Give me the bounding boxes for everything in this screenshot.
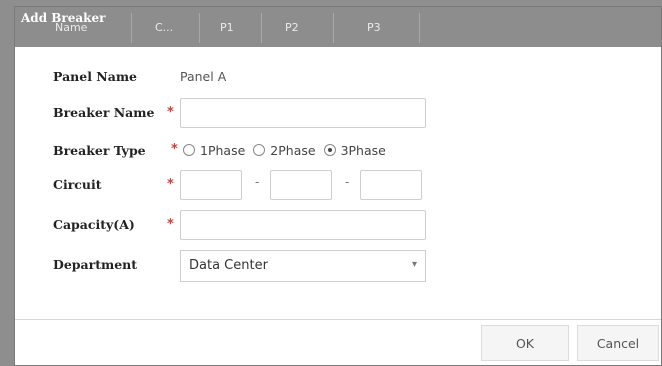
bg-column-name: Name bbox=[55, 21, 88, 34]
bg-column-p1: P1 bbox=[220, 21, 234, 34]
cancel-button[interactable]: Cancel bbox=[577, 325, 659, 361]
circuit-input-1[interactable] bbox=[180, 170, 242, 200]
bg-column-p2: P2 bbox=[285, 21, 299, 34]
bg-column-divider bbox=[261, 13, 262, 43]
bg-column-divider bbox=[419, 13, 420, 43]
required-marker: * bbox=[167, 217, 174, 232]
ok-button[interactable]: OK bbox=[481, 325, 569, 361]
radio-3phase[interactable] bbox=[323, 144, 336, 156]
capacity-label: Capacity(A) bbox=[53, 217, 135, 232]
department-select[interactable]: Data Center ▾ bbox=[180, 250, 426, 282]
bg-column-divider bbox=[131, 13, 132, 43]
capacity-input[interactable] bbox=[180, 210, 426, 240]
radio-2phase[interactable] bbox=[253, 144, 266, 156]
radio-2phase-label[interactable]: 2Phase bbox=[270, 143, 315, 158]
required-marker: * bbox=[171, 142, 178, 157]
panel-name-value: Panel A bbox=[180, 69, 227, 84]
bg-column-divider bbox=[333, 13, 334, 43]
required-marker: * bbox=[167, 177, 174, 192]
department-selected-value: Data Center bbox=[189, 258, 268, 273]
chevron-down-icon: ▾ bbox=[411, 259, 417, 270]
bg-column-divider bbox=[199, 13, 200, 43]
panel-name-label: Panel Name bbox=[53, 69, 138, 84]
circuit-separator: - bbox=[255, 175, 260, 189]
circuit-input-2[interactable] bbox=[270, 170, 332, 200]
breaker-name-input[interactable] bbox=[180, 98, 426, 128]
breaker-type-label: Breaker Type bbox=[53, 143, 146, 158]
circuit-label: Circuit bbox=[53, 177, 102, 192]
bg-column-p3: P3 bbox=[367, 21, 381, 34]
breaker-type-radio-group: 1Phase 2Phase 3Phase bbox=[183, 141, 394, 159]
add-breaker-dialog: Add Breaker Name C... P1 P2 P3 Panel Nam… bbox=[14, 6, 662, 366]
circuit-input-3[interactable] bbox=[360, 170, 422, 200]
department-label: Department bbox=[53, 257, 138, 272]
radio-3phase-label[interactable]: 3Phase bbox=[341, 143, 386, 158]
radio-1phase-label[interactable]: 1Phase bbox=[200, 143, 245, 158]
bg-column-c: C... bbox=[155, 21, 174, 34]
breaker-name-label: Breaker Name bbox=[53, 105, 155, 120]
footer-divider bbox=[15, 319, 661, 320]
required-marker: * bbox=[167, 105, 174, 120]
radio-1phase[interactable] bbox=[183, 144, 195, 156]
circuit-separator: - bbox=[345, 175, 350, 189]
background-left-strip bbox=[0, 0, 14, 366]
dialog-titlebar[interactable]: Add Breaker Name C... P1 P2 P3 bbox=[15, 7, 661, 47]
